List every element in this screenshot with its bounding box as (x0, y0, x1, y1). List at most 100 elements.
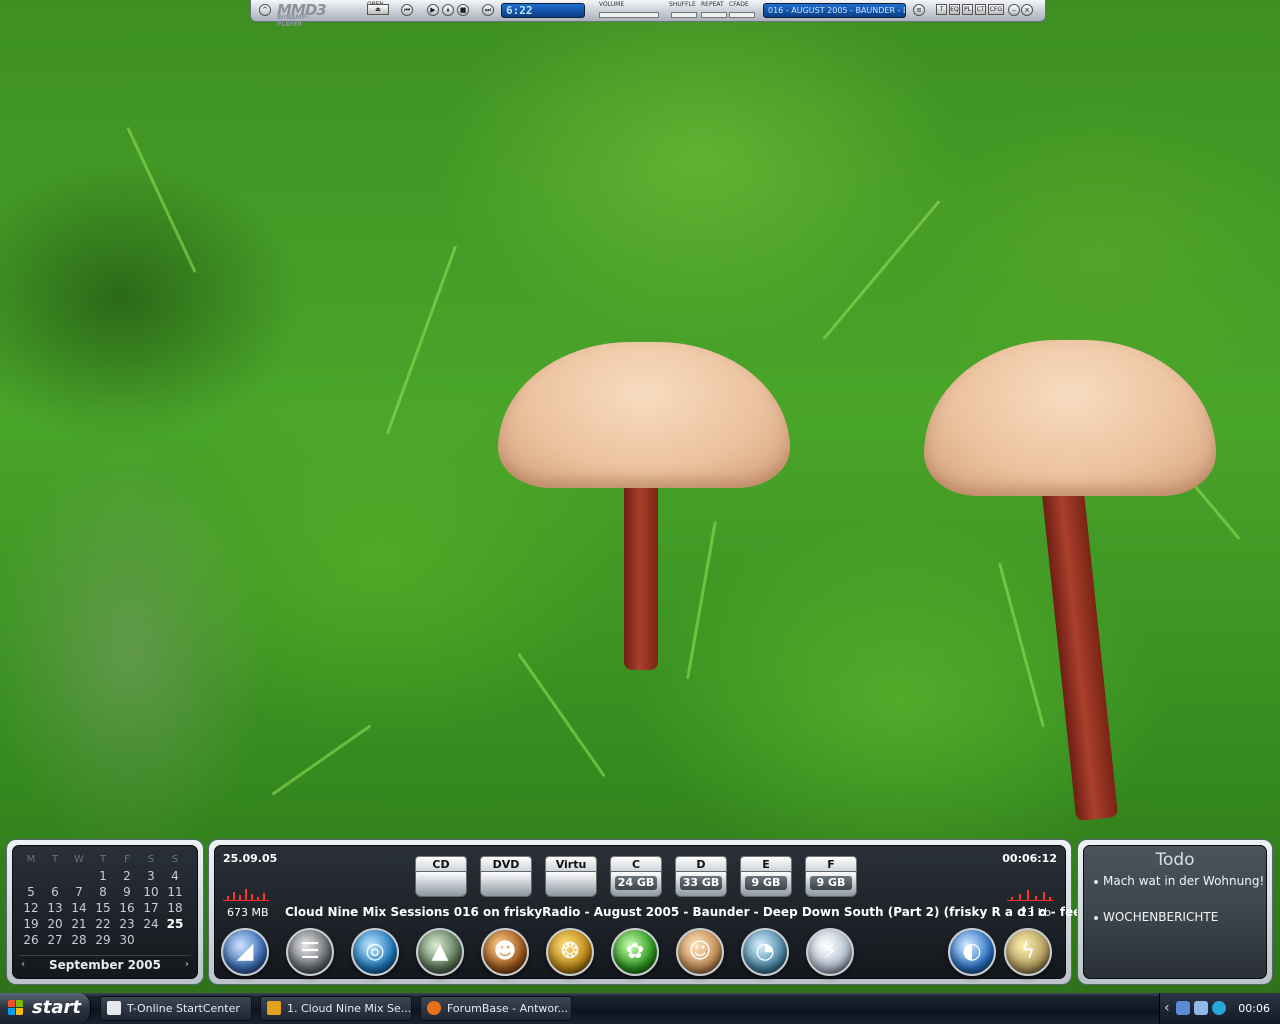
collapse-icon[interactable]: ^ (259, 4, 271, 16)
sliders-icon[interactable]: ☰ (286, 928, 334, 976)
volume-slider[interactable] (599, 12, 659, 18)
song-title-display[interactable]: 016 - AUGUST 2005 - BAUNDER - DEE (763, 3, 906, 18)
drive-dvd-button[interactable]: DVD (480, 856, 532, 897)
equalizer-button[interactable]: EQ (949, 4, 960, 15)
calendar-day[interactable]: 5 (19, 884, 43, 900)
calendar-day[interactable]: 22 (91, 916, 115, 932)
repeat-toggle[interactable] (701, 12, 727, 18)
drive-cd-button[interactable]: CD (415, 856, 467, 897)
calendar-day[interactable]: 16 (115, 900, 139, 916)
system-dock: 25.09.05 00:06:12 673 MB 23 kb CD DVD Virt… (208, 839, 1157, 985)
calendar-day[interactable]: 18 (163, 900, 187, 916)
stop-icon[interactable]: ■ (457, 4, 469, 16)
open-button[interactable]: ⏏ (367, 4, 389, 15)
task-t-online[interactable]: T-Online StartCenter (100, 996, 252, 1021)
mushroom-cap-left (498, 342, 790, 488)
time-display[interactable]: 6:22 (501, 3, 585, 18)
calendar-day[interactable]: 13 (43, 900, 67, 916)
lightning-icon[interactable]: ϟ (1004, 928, 1052, 976)
drive-d-button[interactable]: D 33 GB (675, 856, 727, 897)
calendar-day[interactable]: 24 (139, 916, 163, 932)
drive-f-button[interactable]: F 9 GB (805, 856, 857, 897)
grass-blade (998, 562, 1045, 728)
config-button[interactable]: CFG (988, 4, 1004, 15)
firefox-icon (427, 1001, 441, 1015)
spiral-icon[interactable]: ◐ (948, 928, 996, 976)
calendar-day[interactable]: 12 (19, 900, 43, 916)
calendar-day[interactable]: 28 (67, 932, 91, 948)
calendar-day[interactable]: 4 (163, 868, 187, 884)
calendar-day[interactable]: 25 (163, 916, 187, 932)
target-icon[interactable]: ◎ (351, 928, 399, 976)
previous-icon[interactable]: ⏮ (401, 4, 413, 16)
next-month-icon[interactable]: › (185, 956, 189, 974)
calendar-footer: ‹ September 2005 › (19, 955, 191, 974)
clock[interactable]: 00:06 (1238, 993, 1270, 1024)
calendar-day[interactable]: 27 (43, 932, 67, 948)
crossfade-toggle[interactable] (729, 12, 755, 18)
face-icon[interactable]: ☺ (676, 928, 724, 976)
toggle-button-t[interactable]: T (936, 4, 947, 15)
show-hidden-icons-icon[interactable]: ‹ (1164, 993, 1170, 1024)
calendar-day[interactable]: 8 (91, 884, 115, 900)
task-winamp[interactable]: 1. Cloud Nine Mix Se... (260, 996, 412, 1021)
calendar-week-row: 12 13 14 15 16 17 18 (19, 900, 197, 916)
calendar-day[interactable]: 29 (91, 932, 115, 948)
calendar-weekday-row: MTWTFSS (19, 852, 197, 868)
calendar-day[interactable]: 15 (91, 900, 115, 916)
menu-icon[interactable]: ≡ (913, 4, 925, 16)
calendar-day[interactable]: 17 (139, 900, 163, 916)
pause-icon[interactable]: ⏸ (442, 4, 454, 16)
calendar-day (139, 932, 163, 948)
calendar-day[interactable]: 1 (91, 868, 115, 884)
wifi-icon[interactable] (1194, 1001, 1208, 1015)
calendar-day[interactable]: 3 (139, 868, 163, 884)
network-icon[interactable] (1176, 1001, 1190, 1015)
drive-c-button[interactable]: C 24 GB (610, 856, 662, 897)
memory-graph (223, 886, 269, 901)
calendar-day[interactable]: 20 (43, 916, 67, 932)
calendar-day[interactable]: 9 (115, 884, 139, 900)
swirl-icon[interactable]: ◔ (741, 928, 789, 976)
mushroom-stem-left (624, 470, 658, 670)
task-firefox[interactable]: ForumBase - Antwor... (420, 996, 572, 1021)
drive-virtu-button[interactable]: Virtu (545, 856, 597, 897)
todo-item[interactable]: WOCHENBERICHTE (1094, 910, 1218, 924)
calendar-day[interactable]: 2 (115, 868, 139, 884)
calendar-day[interactable]: 14 (67, 900, 91, 916)
drive-e-button[interactable]: E 9 GB (740, 856, 792, 897)
cone-icon[interactable]: ▲ (416, 928, 464, 976)
calendar-day[interactable]: 11 (163, 884, 187, 900)
calendar-day[interactable]: 10 (139, 884, 163, 900)
next-icon[interactable]: ⏭ (482, 4, 494, 16)
month-label: September 2005 (49, 958, 161, 972)
todo-item[interactable]: Mach wat in der Wohnung! (1094, 874, 1264, 888)
playlist-button[interactable]: PL (962, 4, 973, 15)
calendar-day[interactable]: 26 (19, 932, 43, 948)
tomb-raider-icon[interactable]: ☻ (481, 928, 529, 976)
shuffle-toggle[interactable] (671, 12, 697, 18)
prev-month-icon[interactable]: ‹ (21, 956, 25, 974)
volume-label: VOLUME (599, 1, 625, 8)
calendar-day[interactable]: 7 (67, 884, 91, 900)
drive-free-space: 24 GB (615, 876, 657, 890)
calendar-day[interactable]: 6 (43, 884, 67, 900)
icq-flower-icon[interactable]: ✿ (611, 928, 659, 976)
update-icon[interactable] (1212, 1001, 1226, 1015)
calendar-day[interactable]: 21 (67, 916, 91, 932)
ct-button[interactable]: CT (975, 4, 986, 15)
drive-free-space: 9 GB (810, 876, 852, 890)
play-icon[interactable]: ▶ (427, 4, 439, 16)
calendar-day[interactable]: 23 (115, 916, 139, 932)
winamp-icon[interactable]: ⚡ (806, 928, 854, 976)
calendar-day[interactable]: 19 (19, 916, 43, 932)
duck-icon[interactable]: ❂ (546, 928, 594, 976)
todo-title: Todo (1155, 850, 1195, 870)
minimize-icon[interactable]: – (1008, 4, 1020, 16)
close-icon[interactable]: × (1021, 4, 1033, 16)
start-button[interactable]: start (0, 993, 91, 1024)
repeat-label: REPEAT (701, 1, 724, 8)
shark-fin-icon[interactable]: ◢ (221, 928, 269, 976)
calendar-day[interactable]: 30 (115, 932, 139, 948)
drive-label: C (610, 856, 662, 872)
